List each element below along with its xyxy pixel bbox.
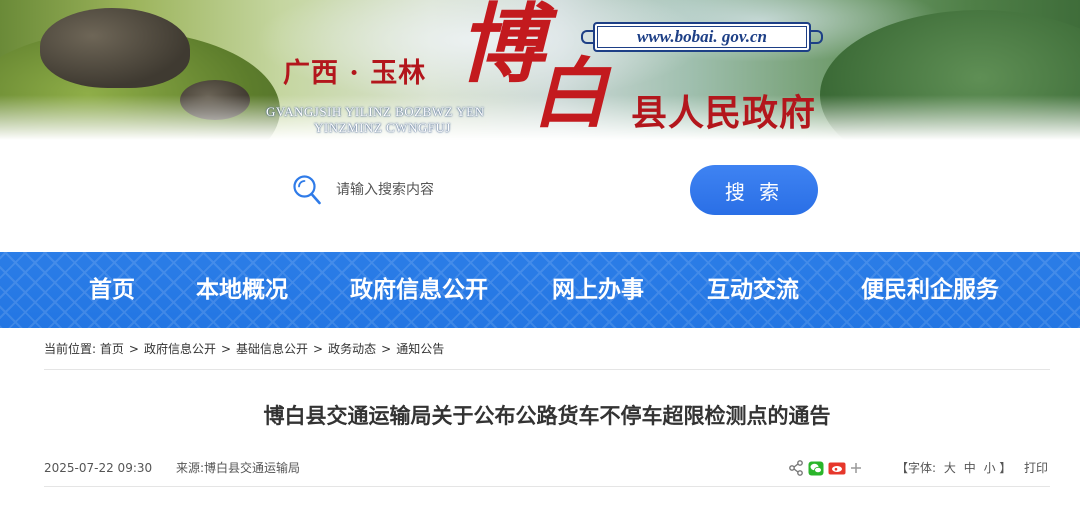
url-badge-end-left [581,30,593,44]
nav-item-interaction[interactable]: 互动交流 [707,252,799,328]
logo-zhuang-line2: YINZMINZ CWNGFUJ [314,120,451,135]
font-size-small[interactable]: 小 [984,461,996,475]
search-input[interactable] [336,176,676,204]
divider [44,369,1050,370]
article-meta: 2025-07-22 09:30 来源:博白县交通运输局 [44,460,300,476]
url-badge-end-right [811,30,823,44]
font-size-medium[interactable]: 中 [964,461,976,475]
divider [44,486,1050,487]
site-url-badge[interactable]: www.bobai. gov.cn [581,22,823,52]
share-icon[interactable] [788,459,804,477]
breadcrumb-item-home[interactable]: 首页 [100,342,124,356]
breadcrumb: 当前位置: 首页 > 政府信息公开 > 基础信息公开 > 政务动态 > 通知公告 [44,340,444,358]
breadcrumb-separator: > [313,342,324,356]
print-button[interactable]: 打印 [1024,459,1048,477]
article-title: 博白县交通运输局关于公布公路货车不停车超限检测点的通告 [263,404,831,428]
article-source-label: 来源: [175,461,205,475]
search-icon[interactable] [292,174,322,206]
main-nav: 首页 本地概况 政府信息公开 网上办事 互动交流 便民利企服务 [0,252,1080,328]
breadcrumb-separator: > [381,342,392,356]
weibo-icon[interactable] [828,459,846,477]
logo-zhuang-line1: GVANGJSIH YILINZ BOZBWZ YEN [266,104,485,119]
breadcrumb-item-gov-news[interactable]: 政务动态 [328,342,376,356]
article-source: 博白县交通运输局 [204,461,301,475]
logo-gov-suffix: 县人民政府 [631,92,817,134]
site-banner: www.bobai. gov.cn 广西 · 玉林 博 白 县人民政府 GVAN… [0,0,1080,140]
nav-item-online-service[interactable]: 网上办事 [552,252,644,328]
font-size-label: 【字体: [896,461,937,475]
logo-region: 广西 · 玉林 [283,58,427,89]
search-area: 搜 索 [0,140,1080,252]
breadcrumb-separator: > [220,342,232,356]
plus-icon[interactable] [850,459,862,477]
search-button[interactable]: 搜 索 [690,165,818,215]
nav-item-gov-info[interactable]: 政府信息公开 [350,252,488,328]
logo-char-bai: 白 [532,49,608,138]
breadcrumb-item-gov-info[interactable]: 政府信息公开 [144,342,216,356]
breadcrumb-item-notices[interactable]: 通知公告 [396,342,444,356]
banner-rock [40,8,190,88]
breadcrumb-item-basic-info[interactable]: 基础信息公开 [236,342,308,356]
breadcrumb-prefix: 当前位置: [44,342,97,356]
site-url-text: www.bobai. gov.cn [636,27,768,46]
article-date: 2025-07-22 09:30 [44,461,153,475]
article-tools: 【字体: 大 中 小 】 打印 [788,459,1050,477]
font-size-controls: 【字体: 大 中 小 】 [896,459,1011,477]
nav-item-home[interactable]: 首页 [89,252,135,328]
font-size-close: 】 [999,461,1012,475]
wechat-icon[interactable] [808,459,824,477]
font-size-large[interactable]: 大 [944,461,956,475]
nav-item-overview[interactable]: 本地概况 [196,252,288,328]
nav-item-public-service[interactable]: 便民利企服务 [861,252,999,328]
breadcrumb-separator: > [128,342,139,356]
